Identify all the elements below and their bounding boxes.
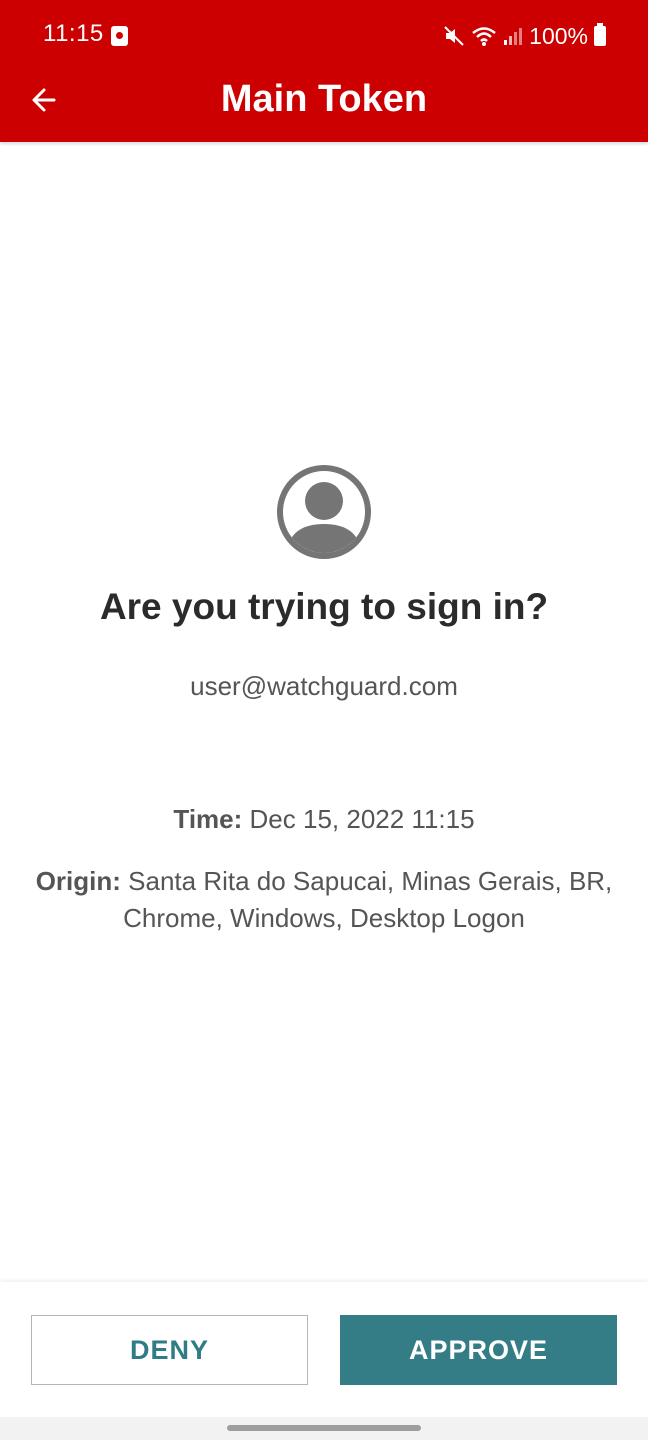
origin-label: Origin:: [35, 866, 121, 896]
mute-icon: [444, 26, 464, 46]
action-panel: DENY APPROVE: [0, 1282, 648, 1417]
sign-in-prompt-title: Are you trying to sign in?: [99, 586, 549, 627]
battery-icon: [594, 23, 606, 46]
time-detail: Time: Dec 15, 2022 11:15: [30, 801, 618, 838]
wifi-icon: [472, 27, 496, 46]
time-label: Time:: [173, 804, 243, 834]
origin-value: Santa Rita do Sapucai, Minas Gerais, BR,…: [123, 866, 613, 933]
page-title: Main Token: [220, 78, 428, 120]
status-time: 11:15: [43, 20, 104, 47]
origin-detail: Origin: Santa Rita do Sapucai, Minas Ger…: [30, 863, 618, 937]
approve-button[interactable]: APPROVE: [340, 1315, 617, 1385]
app-bar: Main Token: [0, 70, 648, 142]
deny-button[interactable]: DENY: [31, 1315, 308, 1385]
gesture-nav-bar: [0, 1417, 648, 1440]
status-icons: 100%: [443, 20, 606, 52]
battery-percent: 100%: [529, 22, 588, 49]
user-email: user@watchguard.com: [190, 671, 458, 701]
home-handle[interactable]: [227, 1425, 421, 1431]
time-value: Dec 15, 2022 11:15: [249, 804, 475, 834]
user-avatar-icon: [277, 465, 371, 559]
signal-icon: [504, 28, 523, 45]
status-bar: 11:15 100%: [0, 0, 648, 70]
notification-icon: [111, 26, 128, 46]
